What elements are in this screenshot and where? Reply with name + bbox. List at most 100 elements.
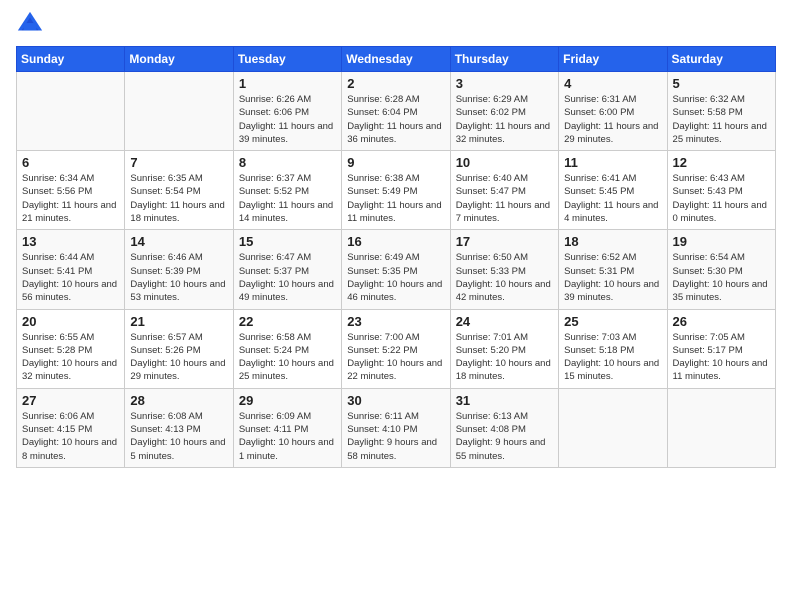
day-number: 7 — [130, 155, 227, 170]
cell-4-4: 23 Sunrise: 7:00 AM Sunset: 5:22 PM Dayli… — [342, 309, 450, 388]
cell-3-2: 14 Sunrise: 6:46 AM Sunset: 5:39 PM Dayli… — [125, 230, 233, 309]
day-number: 5 — [673, 76, 770, 91]
cell-3-7: 19 Sunrise: 6:54 AM Sunset: 5:30 PM Dayli… — [667, 230, 775, 309]
cell-1-2 — [125, 72, 233, 151]
cell-content: Sunrise: 6:34 AM Sunset: 5:56 PM Dayligh… — [22, 172, 119, 225]
cell-1-5: 3Sunrise: 6:29 AM Sunset: 6:02 PM Daylig… — [450, 72, 558, 151]
day-number: 11 — [564, 155, 661, 170]
cell-4-2: 21Sunrise: 6:57 AM Sunset: 5:26 PM Dayli… — [125, 309, 233, 388]
cell-content: Sunrise: 6:28 AM Sunset: 6:04 PM Dayligh… — [347, 93, 444, 146]
cell-content: Sunrise: 6:55 AM Sunset: 5:28 PM Dayligh… — [22, 331, 119, 384]
cell-1-4: 2 Sunrise: 6:28 AM Sunset: 6:04 PM Daylig… — [342, 72, 450, 151]
cell-content: Sunrise: 6:41 AM Sunset: 5:45 PM Dayligh… — [564, 172, 661, 225]
cell-3-6: 18Sunrise: 6:52 AM Sunset: 5:31 PM Dayli… — [559, 230, 667, 309]
day-number: 1 — [239, 76, 336, 91]
day-number: 16 — [347, 234, 444, 249]
day-number: 20 — [22, 314, 119, 329]
cell-2-3: 8 Sunrise: 6:37 AM Sunset: 5:52 PM Daylig… — [233, 151, 341, 230]
page: SundayMondayTuesdayWednesdayThursdayFrid… — [0, 0, 792, 612]
logo — [16, 10, 48, 38]
cell-content: Sunrise: 6:06 AM Sunset: 4:15 PM Dayligh… — [22, 410, 119, 463]
day-number: 15 — [239, 234, 336, 249]
day-number: 29 — [239, 393, 336, 408]
cell-content: Sunrise: 6:11 AM Sunset: 4:10 PM Dayligh… — [347, 410, 444, 463]
week-row-1: 1Sunrise: 6:26 AM Sunset: 6:06 PM Daylig… — [17, 72, 776, 151]
cell-2-7: 12 Sunrise: 6:43 AM Sunset: 5:43 PM Dayli… — [667, 151, 775, 230]
header — [16, 10, 776, 38]
calendar-table: SundayMondayTuesdayWednesdayThursdayFrid… — [16, 46, 776, 468]
cell-4-7: 26 Sunrise: 7:05 AM Sunset: 5:17 PM Dayli… — [667, 309, 775, 388]
cell-content: Sunrise: 6:09 AM Sunset: 4:11 PM Dayligh… — [239, 410, 336, 463]
cell-content: Sunrise: 7:03 AM Sunset: 5:18 PM Dayligh… — [564, 331, 661, 384]
day-number: 6 — [22, 155, 119, 170]
cell-3-5: 17 Sunrise: 6:50 AM Sunset: 5:33 PM Dayli… — [450, 230, 558, 309]
cell-2-5: 10 Sunrise: 6:40 AM Sunset: 5:47 PM Dayli… — [450, 151, 558, 230]
logo-icon — [16, 10, 44, 38]
week-row-4: 20 Sunrise: 6:55 AM Sunset: 5:28 PM Dayli… — [17, 309, 776, 388]
cell-5-4: 30 Sunrise: 6:11 AM Sunset: 4:10 PM Dayli… — [342, 388, 450, 467]
day-number: 23 — [347, 314, 444, 329]
cell-3-4: 16Sunrise: 6:49 AM Sunset: 5:35 PM Dayli… — [342, 230, 450, 309]
cell-4-5: 24Sunrise: 7:01 AM Sunset: 5:20 PM Dayli… — [450, 309, 558, 388]
day-number: 14 — [130, 234, 227, 249]
cell-content: Sunrise: 6:43 AM Sunset: 5:43 PM Dayligh… — [673, 172, 770, 225]
day-number: 27 — [22, 393, 119, 408]
cell-content: Sunrise: 6:08 AM Sunset: 4:13 PM Dayligh… — [130, 410, 227, 463]
cell-content: Sunrise: 6:57 AM Sunset: 5:26 PM Dayligh… — [130, 331, 227, 384]
week-row-2: 6 Sunrise: 6:34 AM Sunset: 5:56 PM Daylig… — [17, 151, 776, 230]
cell-2-1: 6 Sunrise: 6:34 AM Sunset: 5:56 PM Daylig… — [17, 151, 125, 230]
day-number: 8 — [239, 155, 336, 170]
cell-content: Sunrise: 6:31 AM Sunset: 6:00 PM Dayligh… — [564, 93, 661, 146]
day-number: 12 — [673, 155, 770, 170]
day-number: 30 — [347, 393, 444, 408]
week-row-3: 13Sunrise: 6:44 AM Sunset: 5:41 PM Dayli… — [17, 230, 776, 309]
cell-content: Sunrise: 6:35 AM Sunset: 5:54 PM Dayligh… — [130, 172, 227, 225]
day-number: 31 — [456, 393, 553, 408]
col-header-sunday: Sunday — [17, 47, 125, 72]
cell-content: Sunrise: 6:37 AM Sunset: 5:52 PM Dayligh… — [239, 172, 336, 225]
cell-4-3: 22 Sunrise: 6:58 AM Sunset: 5:24 PM Dayli… — [233, 309, 341, 388]
cell-content: Sunrise: 6:54 AM Sunset: 5:30 PM Dayligh… — [673, 251, 770, 304]
day-number: 18 — [564, 234, 661, 249]
cell-content: Sunrise: 6:38 AM Sunset: 5:49 PM Dayligh… — [347, 172, 444, 225]
day-number: 26 — [673, 314, 770, 329]
cell-content: Sunrise: 6:50 AM Sunset: 5:33 PM Dayligh… — [456, 251, 553, 304]
col-header-thursday: Thursday — [450, 47, 558, 72]
cell-3-1: 13Sunrise: 6:44 AM Sunset: 5:41 PM Dayli… — [17, 230, 125, 309]
cell-5-7 — [667, 388, 775, 467]
cell-content: Sunrise: 6:58 AM Sunset: 5:24 PM Dayligh… — [239, 331, 336, 384]
col-header-saturday: Saturday — [667, 47, 775, 72]
week-row-5: 27 Sunrise: 6:06 AM Sunset: 4:15 PM Dayli… — [17, 388, 776, 467]
cell-content: Sunrise: 6:29 AM Sunset: 6:02 PM Dayligh… — [456, 93, 553, 146]
cell-1-1 — [17, 72, 125, 151]
day-number: 17 — [456, 234, 553, 249]
day-number: 10 — [456, 155, 553, 170]
cell-content: Sunrise: 6:40 AM Sunset: 5:47 PM Dayligh… — [456, 172, 553, 225]
cell-content: Sunrise: 6:44 AM Sunset: 5:41 PM Dayligh… — [22, 251, 119, 304]
cell-content: Sunrise: 6:46 AM Sunset: 5:39 PM Dayligh… — [130, 251, 227, 304]
cell-2-2: 7 Sunrise: 6:35 AM Sunset: 5:54 PM Daylig… — [125, 151, 233, 230]
cell-2-6: 11 Sunrise: 6:41 AM Sunset: 5:45 PM Dayli… — [559, 151, 667, 230]
day-number: 4 — [564, 76, 661, 91]
cell-5-5: 31 Sunrise: 6:13 AM Sunset: 4:08 PM Dayli… — [450, 388, 558, 467]
day-number: 2 — [347, 76, 444, 91]
col-header-wednesday: Wednesday — [342, 47, 450, 72]
day-number: 22 — [239, 314, 336, 329]
col-header-monday: Monday — [125, 47, 233, 72]
header-row: SundayMondayTuesdayWednesdayThursdayFrid… — [17, 47, 776, 72]
day-number: 24 — [456, 314, 553, 329]
cell-content: Sunrise: 7:00 AM Sunset: 5:22 PM Dayligh… — [347, 331, 444, 384]
cell-4-6: 25 Sunrise: 7:03 AM Sunset: 5:18 PM Dayli… — [559, 309, 667, 388]
day-number: 19 — [673, 234, 770, 249]
cell-content: Sunrise: 7:05 AM Sunset: 5:17 PM Dayligh… — [673, 331, 770, 384]
cell-5-6 — [559, 388, 667, 467]
cell-5-1: 27 Sunrise: 6:06 AM Sunset: 4:15 PM Dayli… — [17, 388, 125, 467]
cell-2-4: 9Sunrise: 6:38 AM Sunset: 5:49 PM Daylig… — [342, 151, 450, 230]
cell-5-2: 28 Sunrise: 6:08 AM Sunset: 4:13 PM Dayli… — [125, 388, 233, 467]
cell-1-3: 1Sunrise: 6:26 AM Sunset: 6:06 PM Daylig… — [233, 72, 341, 151]
cell-1-7: 5Sunrise: 6:32 AM Sunset: 5:58 PM Daylig… — [667, 72, 775, 151]
day-number: 28 — [130, 393, 227, 408]
cell-4-1: 20 Sunrise: 6:55 AM Sunset: 5:28 PM Dayli… — [17, 309, 125, 388]
cell-content: Sunrise: 6:13 AM Sunset: 4:08 PM Dayligh… — [456, 410, 553, 463]
day-number: 25 — [564, 314, 661, 329]
